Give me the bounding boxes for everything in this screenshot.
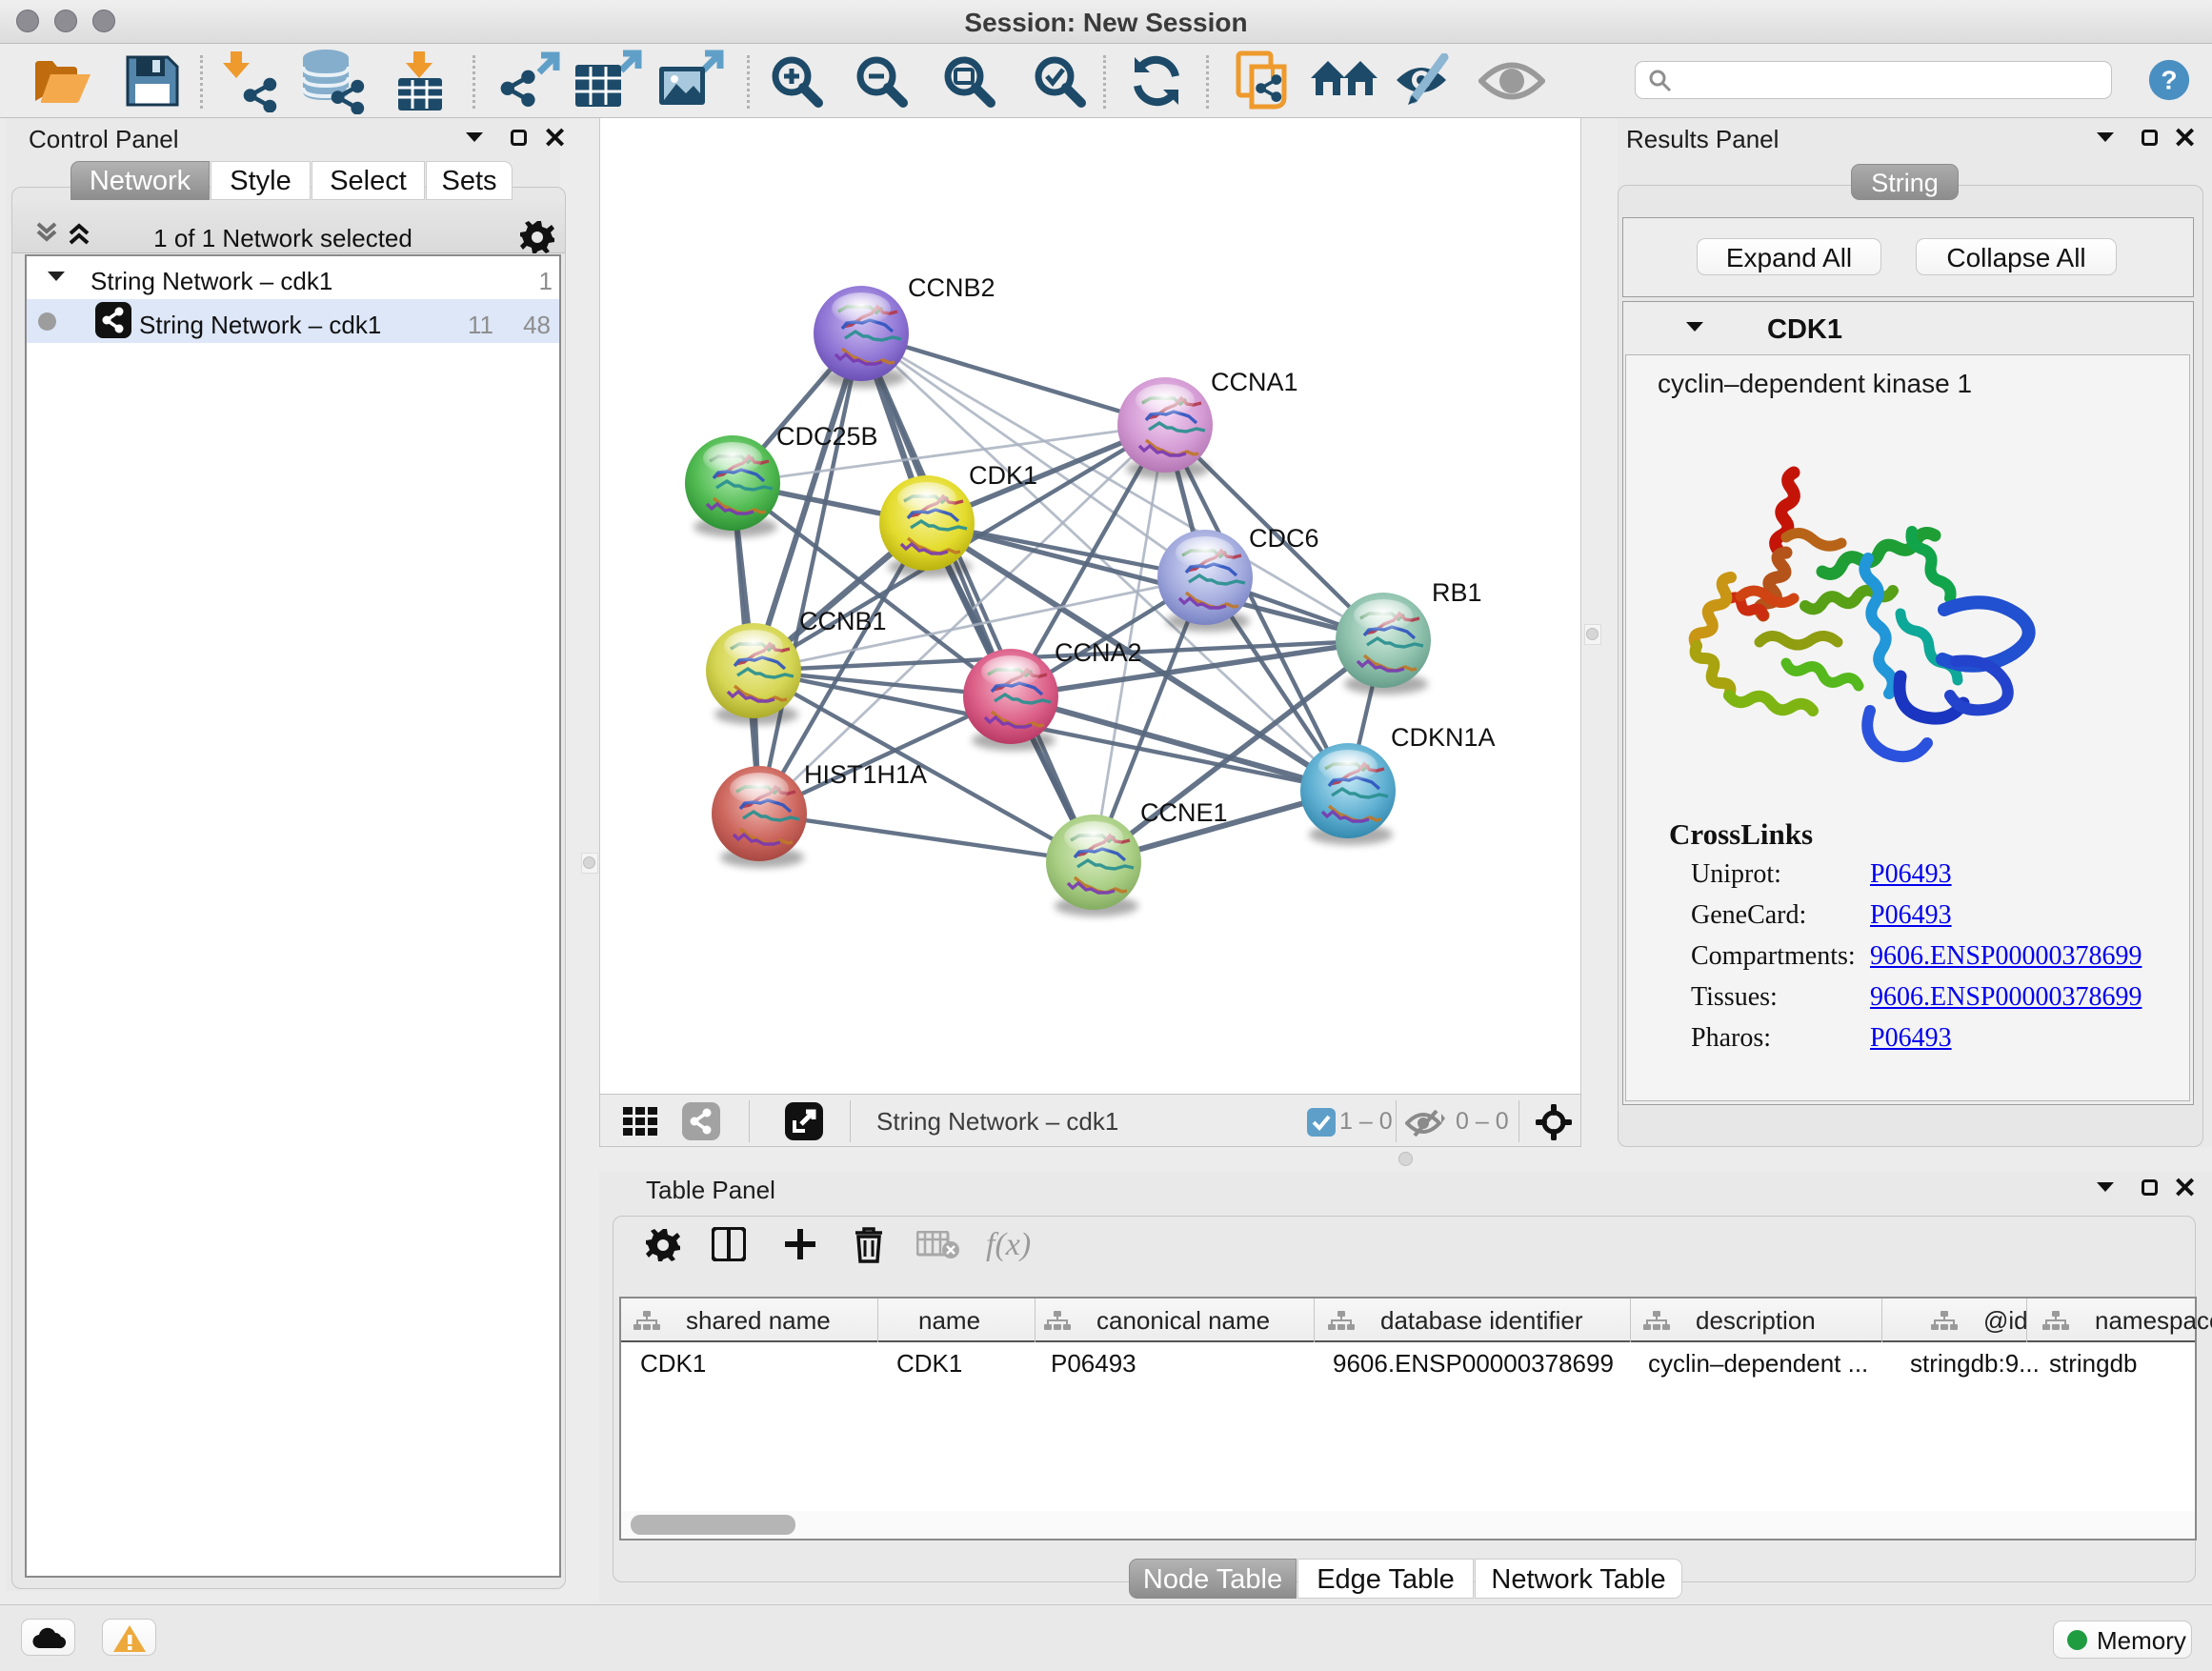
svg-text:?: ?	[2161, 66, 2177, 95]
